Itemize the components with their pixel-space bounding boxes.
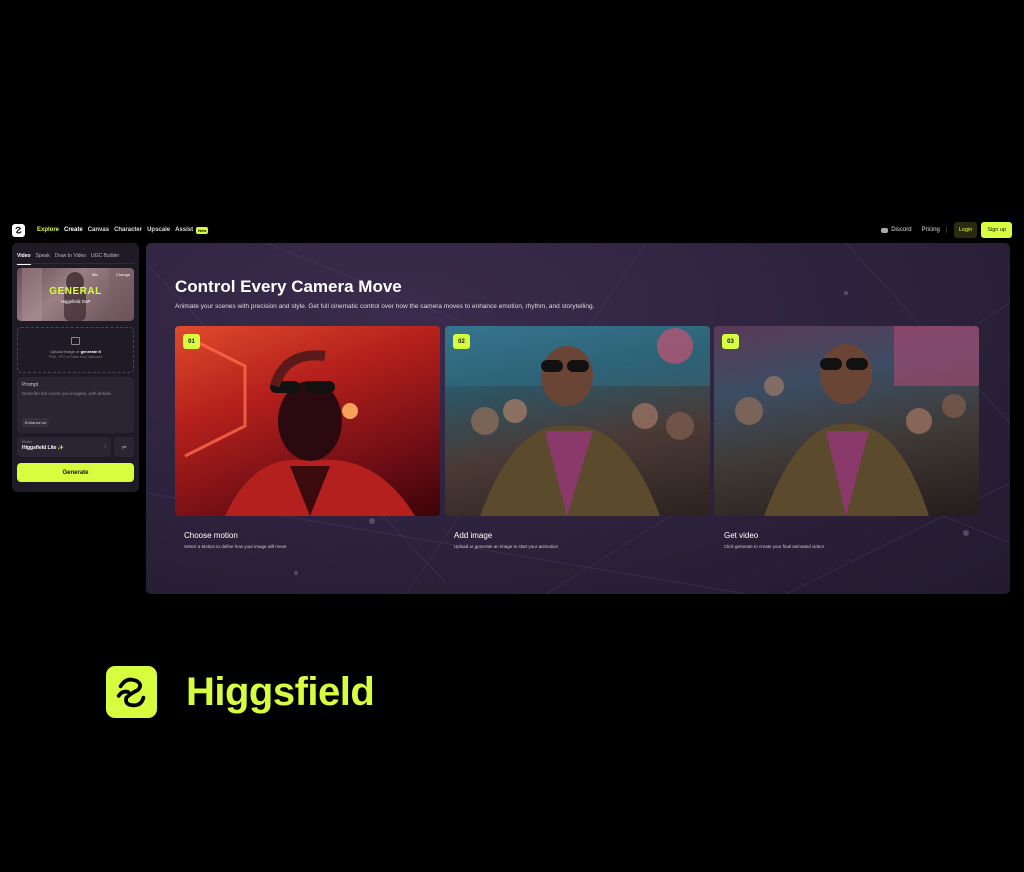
nav-upscale[interactable]: Upscale — [147, 227, 170, 233]
page-title: Control Every Camera Move — [175, 277, 402, 296]
tab-video[interactable]: Video — [17, 248, 31, 265]
discord-label: Discord — [891, 227, 912, 233]
step-description: Upload or generate an image to start you… — [454, 544, 559, 549]
motion-preset-card[interactable]: Mix Change GENERAL Higgsfield DoP — [17, 268, 134, 321]
settings-button[interactable]: ⇌ — [114, 437, 134, 457]
logo-icon[interactable] — [12, 223, 25, 237]
brand-name: Higgsfield — [186, 669, 375, 714]
image-upload-dropzone[interactable]: Upload image or generate it PNG, JPG or … — [17, 327, 134, 373]
step-number: 02 — [453, 334, 470, 349]
step-card-get-video[interactable]: 03 — [714, 326, 979, 516]
change-button[interactable]: Change — [116, 272, 130, 277]
create-sidebar: Video Speak Draw to Video UGC Builder Mi… — [12, 243, 139, 492]
upload-formats: PNG, JPG or Paste from clipboard — [48, 355, 103, 359]
step-description: Click generate to create your final anim… — [724, 544, 825, 549]
upload-instructions: Upload image or generate it — [50, 349, 101, 354]
generate-it-link[interactable]: generate it — [81, 349, 101, 354]
nav-assist[interactable]: Assist — [175, 227, 193, 233]
mix-button[interactable]: Mix — [92, 272, 98, 277]
step-1-image — [184, 334, 415, 516]
step-card-choose-motion[interactable]: 01 — [175, 326, 440, 516]
chevron-right-icon: › — [104, 444, 106, 450]
nav-right: Discord Pricing Login Sign up — [881, 222, 1012, 238]
prompt-placeholder: Describe the scene you imagine, with det… — [22, 391, 113, 396]
step-title: Get video — [724, 531, 759, 540]
discord-link[interactable]: Discord — [881, 227, 912, 233]
prompt-label: Prompt — [22, 382, 39, 388]
nav-canvas[interactable]: Canvas — [88, 227, 109, 233]
step-card-add-image[interactable]: 02 — [445, 326, 710, 516]
hero-panel: Control Every Camera Move Animate your s… — [146, 243, 1010, 594]
step-title: Add image — [454, 531, 493, 540]
new-badge: New — [196, 226, 209, 234]
model-select[interactable]: Model Higgsfield Lite ✨ › — [17, 437, 111, 457]
step-title: Choose motion — [184, 531, 238, 540]
pricing-link[interactable]: Pricing — [922, 227, 947, 233]
brand-lockup: Higgsfield — [106, 666, 375, 718]
signup-button[interactable]: Sign up — [981, 222, 1012, 238]
mode-tabs: Video Speak Draw to Video UGC Builder — [17, 248, 134, 265]
step-3-image — [735, 326, 979, 516]
preset-subtitle: Higgsfield DoP — [60, 299, 91, 304]
step-number: 01 — [183, 334, 200, 349]
preset-title: GENERAL — [49, 286, 102, 297]
step-description: Select a Motion to define how your image… — [184, 544, 287, 549]
top-nav: Explore Create Canvas Character Upscale … — [8, 220, 1012, 240]
step-2-image — [445, 326, 710, 516]
higgsfield-logo-icon — [106, 666, 157, 718]
sliders-icon: ⇌ — [121, 444, 127, 451]
tab-draw-to-video[interactable]: Draw to Video — [55, 248, 86, 264]
image-upload-icon — [71, 337, 80, 345]
model-value: Higgsfield Lite ✨ — [22, 445, 65, 451]
tab-speak[interactable]: Speak — [36, 248, 50, 264]
prompt-field[interactable]: Prompt Describe the scene you imagine, w… — [17, 377, 134, 433]
nav-character[interactable]: Character — [114, 227, 142, 233]
generate-button[interactable]: Generate — [17, 463, 134, 482]
model-row: Model Higgsfield Lite ✨ › ⇌ — [17, 437, 134, 457]
step-number: 03 — [722, 334, 739, 349]
page-subtitle: Animate your scenes with precision and s… — [175, 303, 595, 310]
login-button[interactable]: Login — [953, 222, 978, 238]
tab-ugc-builder[interactable]: UGC Builder — [91, 248, 119, 264]
enhance-toggle[interactable]: Enhance on — [22, 418, 50, 427]
nav-explore[interactable]: Explore — [37, 227, 59, 233]
discord-icon — [881, 227, 889, 233]
nav-create[interactable]: Create — [64, 227, 83, 233]
model-label: Model — [22, 440, 32, 444]
